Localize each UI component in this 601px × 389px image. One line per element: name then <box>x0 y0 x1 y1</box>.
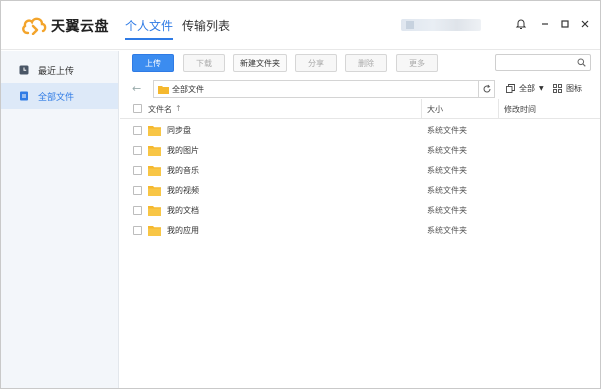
grid-icon <box>553 84 562 93</box>
minimize-icon[interactable] <box>537 16 553 32</box>
user-account-area[interactable] <box>401 19 481 31</box>
table-row[interactable]: 同步盘 系统文件夹 <box>120 121 600 141</box>
file-size: 系统文件夹 <box>427 206 467 215</box>
file-icon <box>19 91 29 101</box>
row-checkbox[interactable] <box>133 166 142 175</box>
row-checkbox[interactable] <box>133 146 142 155</box>
sidebar-item-all-files[interactable]: 全部文件 <box>1 83 118 109</box>
folder-icon <box>148 205 161 218</box>
column-header-size[interactable]: 大小 <box>427 104 443 115</box>
file-size: 系统文件夹 <box>427 186 467 195</box>
icon-view-label: 图标 <box>566 84 582 93</box>
table-row[interactable]: 我的图片 系统文件夹 <box>120 141 600 161</box>
folder-icon <box>148 145 161 158</box>
sidebar: 最近上传 全部文件 <box>1 51 119 388</box>
file-name[interactable]: 我的文档 <box>167 205 199 216</box>
table-row[interactable]: 我的应用 系统文件夹 <box>120 221 600 241</box>
breadcrumb[interactable]: 全部文件 <box>153 80 495 98</box>
folder-icon <box>158 85 169 94</box>
filter-label: 全部 <box>519 84 535 93</box>
file-size: 系统文件夹 <box>427 146 467 155</box>
sidebar-item-label: 最近上传 <box>38 66 75 77</box>
file-name[interactable]: 我的视频 <box>167 185 199 196</box>
row-checkbox[interactable] <box>133 126 142 135</box>
file-size: 系统文件夹 <box>427 166 467 175</box>
file-list-header: 文件名 ↑ 大小 修改时间 <box>120 99 600 119</box>
column-name-label: 文件名 <box>148 105 172 114</box>
column-divider[interactable] <box>498 99 499 119</box>
cloud-logo-icon <box>22 17 47 35</box>
tab-personal-files[interactable]: 个人文件 <box>125 18 174 40</box>
icon-view-toggle[interactable]: 图标 <box>553 83 582 94</box>
filter-dropdown[interactable]: 全部 ▼ <box>506 83 544 94</box>
column-header-modified[interactable]: 修改时间 <box>504 104 536 115</box>
file-name[interactable]: 同步盘 <box>167 125 191 136</box>
column-header-name[interactable]: 文件名 ↑ <box>148 104 182 115</box>
app-logo: 天翼云盘 <box>21 15 109 37</box>
row-checkbox[interactable] <box>133 226 142 235</box>
folder-icon <box>148 165 161 178</box>
toolbar: 上传 下载 新建文件夹 分享 删除 更多 <box>120 51 600 79</box>
download-button[interactable]: 下载 <box>183 54 225 72</box>
search-icon[interactable] <box>577 58 586 70</box>
path-bar: ← 全部文件 全部 ▼ 图标 <box>120 79 600 99</box>
back-arrow-icon[interactable]: ← <box>132 82 141 95</box>
table-row[interactable]: 我的音乐 系统文件夹 <box>120 161 600 181</box>
close-icon[interactable] <box>577 16 593 32</box>
sidebar-item-recent-uploads[interactable]: 最近上传 <box>1 57 118 83</box>
delete-button[interactable]: 删除 <box>345 54 387 72</box>
file-name[interactable]: 我的音乐 <box>167 165 199 176</box>
share-button[interactable]: 分享 <box>295 54 337 72</box>
refresh-icon[interactable] <box>478 81 494 97</box>
file-name[interactable]: 我的应用 <box>167 225 199 236</box>
folder-icon <box>148 185 161 198</box>
file-size: 系统文件夹 <box>427 226 467 235</box>
chevron-down-icon: ▼ <box>539 85 544 92</box>
clock-icon <box>19 65 29 75</box>
new-folder-button[interactable]: 新建文件夹 <box>233 54 287 72</box>
table-row[interactable]: 我的视频 系统文件夹 <box>120 181 600 201</box>
row-checkbox[interactable] <box>133 186 142 195</box>
copy-icon <box>506 84 515 93</box>
upload-button[interactable]: 上传 <box>132 54 174 72</box>
select-all-checkbox[interactable] <box>133 104 142 113</box>
sort-asc-icon: ↑ <box>175 104 182 113</box>
search-input[interactable] <box>495 54 591 71</box>
row-checkbox[interactable] <box>133 206 142 215</box>
sidebar-item-label: 全部文件 <box>38 92 75 103</box>
file-size: 系统文件夹 <box>427 126 467 135</box>
bell-icon[interactable] <box>513 16 529 32</box>
tab-transfer-list[interactable]: 传输列表 <box>182 18 230 36</box>
column-divider[interactable] <box>421 99 422 119</box>
more-button[interactable]: 更多 <box>396 54 438 72</box>
title-bar: 天翼云盘 个人文件 传输列表 <box>1 1 600 50</box>
app-window: 天翼云盘 个人文件 传输列表 最近上传 全部文件 上传 下载 新建文件夹 分享 … <box>0 0 601 389</box>
breadcrumb-current: 全部文件 <box>172 84 204 94</box>
app-name: 天翼云盘 <box>51 19 109 35</box>
folder-icon <box>148 225 161 238</box>
table-row[interactable]: 我的文档 系统文件夹 <box>120 201 600 221</box>
folder-icon <box>148 125 161 138</box>
file-name[interactable]: 我的图片 <box>167 145 199 156</box>
maximize-icon[interactable] <box>557 16 573 32</box>
